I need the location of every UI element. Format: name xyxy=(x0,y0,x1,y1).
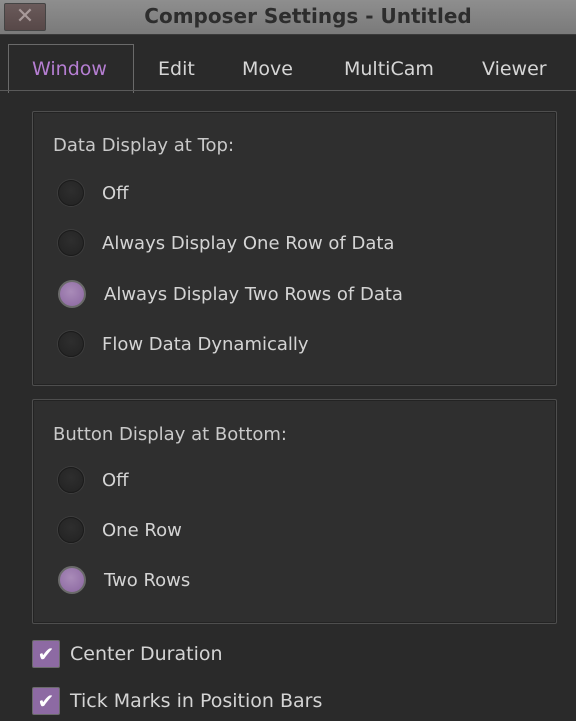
tab-strip-divider xyxy=(0,90,576,91)
radio-label: Two Rows xyxy=(104,569,191,591)
tab-multicam[interactable]: MultiCam xyxy=(344,58,434,80)
radio-button[interactable] xyxy=(58,517,84,543)
radio-label: Off xyxy=(102,182,129,204)
radio-button[interactable] xyxy=(58,180,84,206)
radio-option-button-off[interactable]: Off xyxy=(58,463,129,497)
tab-move[interactable]: Move xyxy=(242,58,293,80)
checkmark-icon[interactable]: ✔ xyxy=(32,640,60,668)
data-display-title: Data Display at Top: xyxy=(53,135,235,156)
button-display-title: Button Display at Bottom: xyxy=(53,424,287,445)
radio-button[interactable] xyxy=(58,467,84,493)
radio-option-two-rows[interactable]: Two Rows xyxy=(58,563,190,597)
radio-option-one-row-data[interactable]: Always Display One Row of Data xyxy=(58,226,394,260)
tab-edit[interactable]: Edit xyxy=(158,58,195,80)
radio-option-flow-data[interactable]: Flow Data Dynamically xyxy=(58,327,309,361)
tick-marks-checkbox-row[interactable]: ✔ Tick Marks in Position Bars xyxy=(32,686,322,716)
radio-button-selected[interactable] xyxy=(58,566,86,594)
tab-window[interactable]: Window xyxy=(32,58,107,80)
checkbox-label: Center Duration xyxy=(70,643,223,665)
radio-option-off[interactable]: Off xyxy=(58,176,129,210)
radio-button[interactable] xyxy=(58,331,84,357)
radio-label: One Row xyxy=(102,519,182,541)
radio-option-two-rows-data[interactable]: Always Display Two Rows of Data xyxy=(58,277,403,311)
radio-label: Always Display One Row of Data xyxy=(102,232,395,254)
radio-button[interactable] xyxy=(58,230,84,256)
radio-label: Off xyxy=(102,469,129,491)
radio-option-one-row[interactable]: One Row xyxy=(58,513,182,547)
composer-settings-window: ✕ Composer Settings - Untitled Window Ed… xyxy=(0,0,576,721)
tab-viewer[interactable]: Viewer xyxy=(482,58,547,80)
center-duration-checkbox-row[interactable]: ✔ Center Duration xyxy=(32,639,223,669)
window-title: Composer Settings - Untitled xyxy=(144,4,472,28)
checkbox-label: Tick Marks in Position Bars xyxy=(70,690,323,712)
title-bar[interactable]: ✕ Composer Settings - Untitled xyxy=(0,0,576,35)
checkmark-icon[interactable]: ✔ xyxy=(32,687,60,715)
radio-label: Always Display Two Rows of Data xyxy=(104,283,403,305)
radio-label: Flow Data Dynamically xyxy=(102,333,309,355)
radio-button-selected[interactable] xyxy=(58,280,86,308)
